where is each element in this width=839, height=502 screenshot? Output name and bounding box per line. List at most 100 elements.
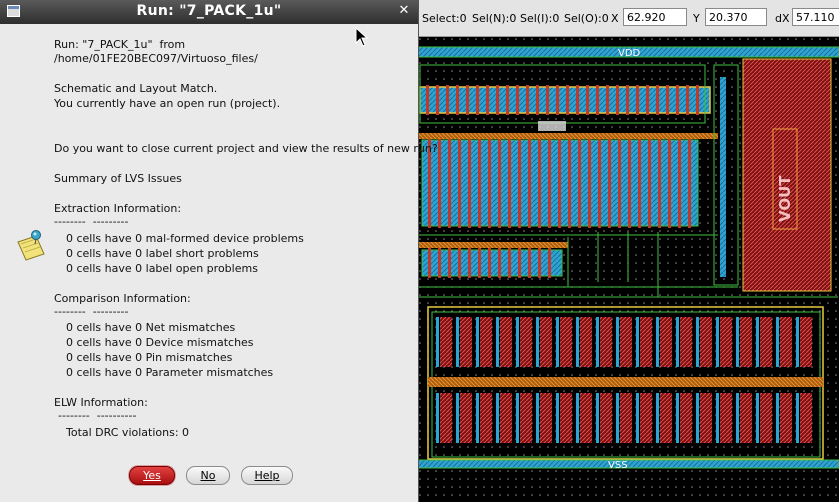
- gate-finger: [438, 248, 441, 278]
- gate-finger: [696, 393, 699, 443]
- gate-finger: [580, 317, 592, 367]
- gate-finger: [640, 317, 652, 367]
- gate-finger: [638, 138, 641, 228]
- gate-finger: [716, 393, 719, 443]
- yes-button-label: Yes: [143, 469, 161, 482]
- gate-finger: [800, 317, 812, 367]
- gate-finger: [478, 138, 481, 228]
- select-n-count: Sel(N):0: [472, 12, 517, 25]
- gate-finger: [520, 317, 532, 367]
- vdd-rail: VDD: [418, 46, 839, 59]
- gate-finger: [528, 248, 531, 278]
- gate-finger: [700, 393, 712, 443]
- help-button-label: Help: [254, 469, 280, 482]
- gate-finger: [528, 138, 531, 228]
- gate-finger: [556, 317, 559, 367]
- gate-finger: [468, 138, 471, 228]
- extraction-item: 0 cells have 0 label open problems: [66, 262, 258, 275]
- gate-finger: [540, 317, 552, 367]
- gate-finger: [796, 317, 799, 367]
- gate-finger: [520, 393, 532, 443]
- comparison-rule: -------- ---------: [54, 305, 129, 318]
- gate-finger: [576, 393, 579, 443]
- x-coordinate-field[interactable]: 62.920: [623, 8, 687, 26]
- gate-finger: [456, 393, 459, 443]
- gate-finger: [436, 85, 439, 115]
- gate-finger: [496, 393, 499, 443]
- gate-finger: [736, 393, 739, 443]
- gate-finger: [476, 317, 479, 367]
- gate-finger: [498, 138, 501, 228]
- gate-finger: [680, 317, 692, 367]
- y-coordinate-field[interactable]: 20.370: [705, 8, 767, 26]
- gate-finger: [446, 85, 449, 115]
- gate-finger: [660, 317, 672, 367]
- gate-finger: [720, 317, 732, 367]
- close-project-question: Do you want to close current project and…: [54, 142, 438, 155]
- gate-finger: [660, 393, 672, 443]
- no-button[interactable]: No: [186, 466, 230, 485]
- gate-finger: [566, 85, 569, 115]
- gate-finger: [668, 138, 671, 228]
- vss-label: VSS: [608, 460, 628, 471]
- gate-finger: [576, 317, 579, 367]
- gate-finger: [676, 393, 679, 443]
- summary-heading: Summary of LVS Issues: [54, 172, 182, 185]
- vout-label: VOUT: [776, 175, 794, 222]
- gate-finger: [518, 248, 521, 278]
- comparison-item: 0 cells have 0 Parameter mismatches: [66, 366, 274, 379]
- dialog-titlebar[interactable]: Run: "7_PACK_1u" ✕: [0, 0, 418, 24]
- gate-finger: [538, 138, 541, 228]
- gate-finger: [800, 393, 812, 443]
- gate-finger: [700, 317, 712, 367]
- close-icon[interactable]: ✕: [396, 3, 412, 19]
- comparison-item: 0 cells have 0 Device mismatches: [66, 336, 254, 349]
- layout-canvas[interactable]: VDD VOUT VSS: [418, 37, 839, 502]
- gate-finger: [576, 85, 579, 115]
- gate-finger: [456, 85, 459, 115]
- gate-finger: [500, 393, 512, 443]
- gate-finger: [636, 317, 639, 367]
- gate-finger: [456, 317, 459, 367]
- gate-finger: [568, 138, 571, 228]
- yes-button[interactable]: Yes: [129, 466, 175, 485]
- select-count: Select:0: [422, 12, 467, 25]
- gate-finger: [440, 317, 452, 367]
- gate-finger: [740, 393, 752, 443]
- drc-violations: Total DRC violations: 0: [66, 426, 190, 439]
- gate-finger: [560, 393, 572, 443]
- gate-finger: [500, 317, 512, 367]
- extraction-rule: -------- ---------: [54, 215, 129, 228]
- gate-finger: [558, 138, 561, 228]
- gate-finger: [426, 85, 429, 115]
- gate-finger: [688, 138, 691, 228]
- gate-finger: [538, 248, 541, 278]
- gate-finger: [756, 393, 759, 443]
- gate-finger: [476, 393, 479, 443]
- dx-label: dX: [775, 12, 790, 25]
- gate-finger: [676, 317, 679, 367]
- gate-finger: [628, 138, 631, 228]
- gate-finger: [498, 248, 501, 278]
- gate-finger: [720, 393, 732, 443]
- gate-finger: [680, 393, 692, 443]
- gate-finger: [506, 85, 509, 115]
- gate-finger: [518, 138, 521, 228]
- dx-field[interactable]: 57.110: [792, 8, 839, 26]
- lvs-run-dialog: Run: "7_PACK_1u" ✕ Run: "7_PACK_1u" from…: [0, 0, 438, 502]
- gate-finger: [458, 248, 461, 278]
- gate-finger: [486, 85, 489, 115]
- run-line: Run: "7_PACK_1u" from: [54, 38, 186, 51]
- gate-finger: [476, 85, 479, 115]
- gate-finger: [696, 85, 699, 115]
- gate-finger: [580, 393, 592, 443]
- gate-finger: [616, 85, 619, 115]
- small-transistor-block: [418, 242, 568, 278]
- gate-finger: [626, 85, 629, 115]
- gate-finger: [460, 317, 472, 367]
- help-button[interactable]: Help: [241, 466, 293, 485]
- gate-finger: [588, 138, 591, 228]
- gate-finger: [596, 393, 599, 443]
- gate-finger: [656, 85, 659, 115]
- gate-finger: [546, 85, 549, 115]
